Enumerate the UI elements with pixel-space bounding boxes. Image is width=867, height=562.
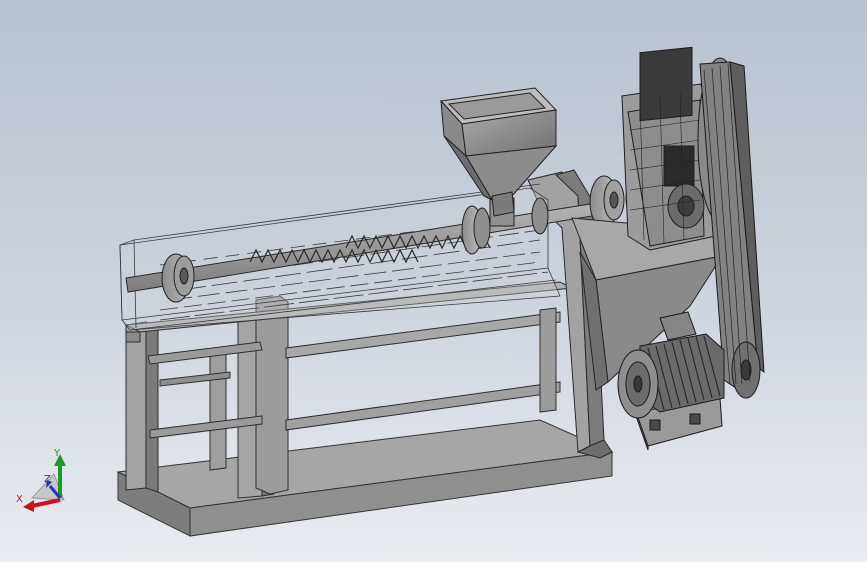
- z-axis-label: Z: [44, 474, 51, 485]
- x-axis-arrow-icon: [23, 498, 61, 512]
- x-axis-label: X: [16, 494, 23, 505]
- base-plate: [116, 419, 614, 537]
- y-axis-label: Y: [53, 448, 61, 459]
- graphics-viewport[interactable]: Y X Z: [0, 0, 867, 562]
- coordinate-triad: Y X Z: [16, 448, 66, 512]
- extruder-machine-model[interactable]: [0, 0, 867, 562]
